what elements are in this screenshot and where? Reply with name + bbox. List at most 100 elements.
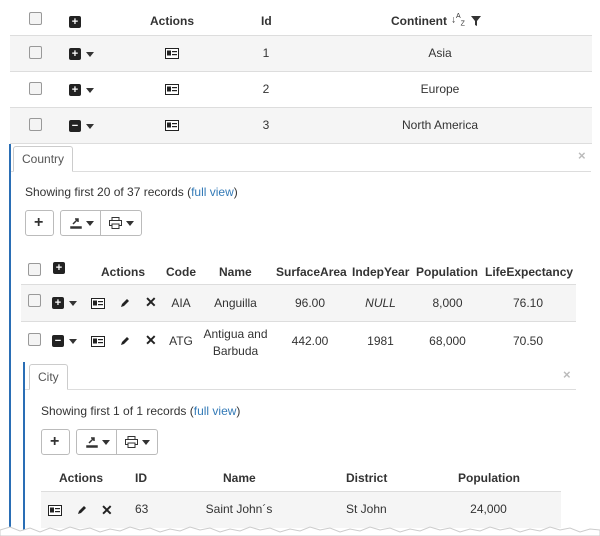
cell-district: St John [346,502,387,516]
select-all-checkbox[interactable] [28,263,41,276]
detail-card-icon[interactable] [91,298,105,309]
cell-name: Antigua and Barbuda [193,326,278,360]
expand-plus-icon[interactable]: + [69,84,81,96]
select-all-checkbox[interactable] [29,12,42,25]
plus-icon: + [50,433,60,450]
chevron-down-icon[interactable] [69,301,77,306]
filter-icon[interactable] [471,16,481,26]
country-tab-baseline [11,171,591,172]
chevron-down-icon [86,221,94,226]
table-row: + 1 Asia [10,36,592,72]
pencil-icon[interactable] [120,335,130,346]
header-code[interactable]: Code [166,265,196,279]
tab-city[interactable]: City [29,364,68,390]
country-records-summary: Showing first 20 of 37 records (full vie… [25,185,238,199]
table-row: ✕ 63 Saint John´s St John 24,000 [41,492,561,528]
cell-id: 2 [262,82,270,96]
close-icon[interactable]: × [578,148,586,163]
header-indep-year[interactable]: IndepYear [352,265,409,279]
cell-continent: Asia [428,46,452,60]
header-name[interactable]: Name [223,471,256,485]
chevron-down-icon[interactable] [86,52,94,57]
cell-surface-area: 96.00 [294,296,326,310]
header-id[interactable]: ID [135,471,147,485]
full-view-link[interactable]: full view [194,404,237,418]
row-checkbox[interactable] [28,333,41,346]
close-icon[interactable]: × [563,367,571,382]
delete-x-icon[interactable]: ✕ [145,294,157,311]
header-life-expectancy[interactable]: LifeExpectancy [485,265,573,279]
delete-x-icon[interactable]: ✕ [145,332,157,349]
summary-text-end: ) [236,404,241,418]
table-row: + ✕ AIA Anguilla 96.00 NULL 8,000 76.10 [21,285,576,322]
header-population[interactable]: Population [416,265,478,279]
detail-card-icon[interactable] [165,120,179,131]
plus-icon: + [34,214,44,231]
summary-text: Showing first 20 of 37 records ( [25,185,192,199]
header-actions: Actions [101,265,146,279]
full-view-link[interactable]: full view [191,185,234,199]
sort-alpha-icon[interactable]: ↓AZ [451,13,465,27]
export-print-group [76,429,158,455]
header-population[interactable]: Population [458,471,520,485]
collapse-minus-icon[interactable]: − [52,335,64,347]
cell-life-expectancy: 70.50 [512,334,544,348]
cell-id: 3 [262,118,270,132]
summary-text-end: ) [233,185,238,199]
chevron-down-icon[interactable] [69,339,77,344]
cell-code: AIA [171,296,191,310]
detail-card-icon[interactable] [48,505,62,516]
row-checkbox[interactable] [29,46,42,59]
header-name[interactable]: Name [219,265,252,279]
row-checkbox[interactable] [29,118,42,131]
pencil-icon[interactable] [120,297,130,308]
chevron-down-icon [102,440,110,445]
cell-continent: North America [401,118,479,132]
detail-card-icon[interactable] [165,48,179,59]
expand-plus-icon[interactable]: + [69,48,81,60]
cell-name-line2: Barbuda [212,344,259,358]
print-button[interactable] [102,211,142,235]
tab-country[interactable]: Country [13,146,74,172]
chevron-down-icon[interactable] [86,124,94,129]
header-surface-area[interactable]: SurfaceArea [276,265,347,279]
cell-population: 68,000 [429,334,466,348]
header-actions: Actions [59,471,104,485]
export-button[interactable] [61,211,101,235]
delete-x-icon[interactable]: ✕ [101,502,113,519]
cell-id: 63 [135,502,149,516]
printer-icon [109,217,122,229]
header-id[interactable]: Id [261,14,272,28]
pencil-icon[interactable] [77,504,87,515]
cell-name: Anguilla [214,296,257,310]
detail-card-icon[interactable] [165,84,179,95]
table-row: − ✕ ATG Antigua and Barbuda 442.00 1981 … [21,322,576,362]
cell-population: 8,000 [432,296,463,310]
print-button[interactable] [118,430,158,454]
detail-card-icon[interactable] [91,336,105,347]
add-record-button[interactable]: + [25,210,54,236]
expand-all-plus-icon[interactable]: + [69,16,81,28]
cell-name-line1: Antigua and [203,327,268,341]
row-checkbox[interactable] [28,294,41,307]
summary-text: Showing first 1 of 1 records ( [41,404,194,418]
collapse-minus-icon[interactable]: − [69,120,81,132]
printer-icon [125,436,138,448]
export-icon [86,437,98,448]
chevron-down-icon [126,221,134,226]
row-checkbox[interactable] [29,82,42,95]
cell-indep-year: 1981 [367,334,394,348]
chevron-down-icon[interactable] [86,88,94,93]
expand-plus-icon[interactable]: + [52,297,64,309]
export-button[interactable] [77,430,117,454]
header-district[interactable]: District [346,471,387,485]
city-records-summary: Showing first 1 of 1 records (full view) [41,404,240,418]
cell-surface-area: 442.00 [291,334,329,348]
add-record-button[interactable]: + [41,429,70,455]
cell-continent: Europe [420,82,460,96]
expand-all-plus-icon[interactable]: + [53,262,65,274]
table-row: − 3 North America [10,108,592,144]
header-continent[interactable]: Continent [391,14,447,28]
cell-population: 24,000 [470,502,507,516]
chevron-down-icon [142,440,150,445]
